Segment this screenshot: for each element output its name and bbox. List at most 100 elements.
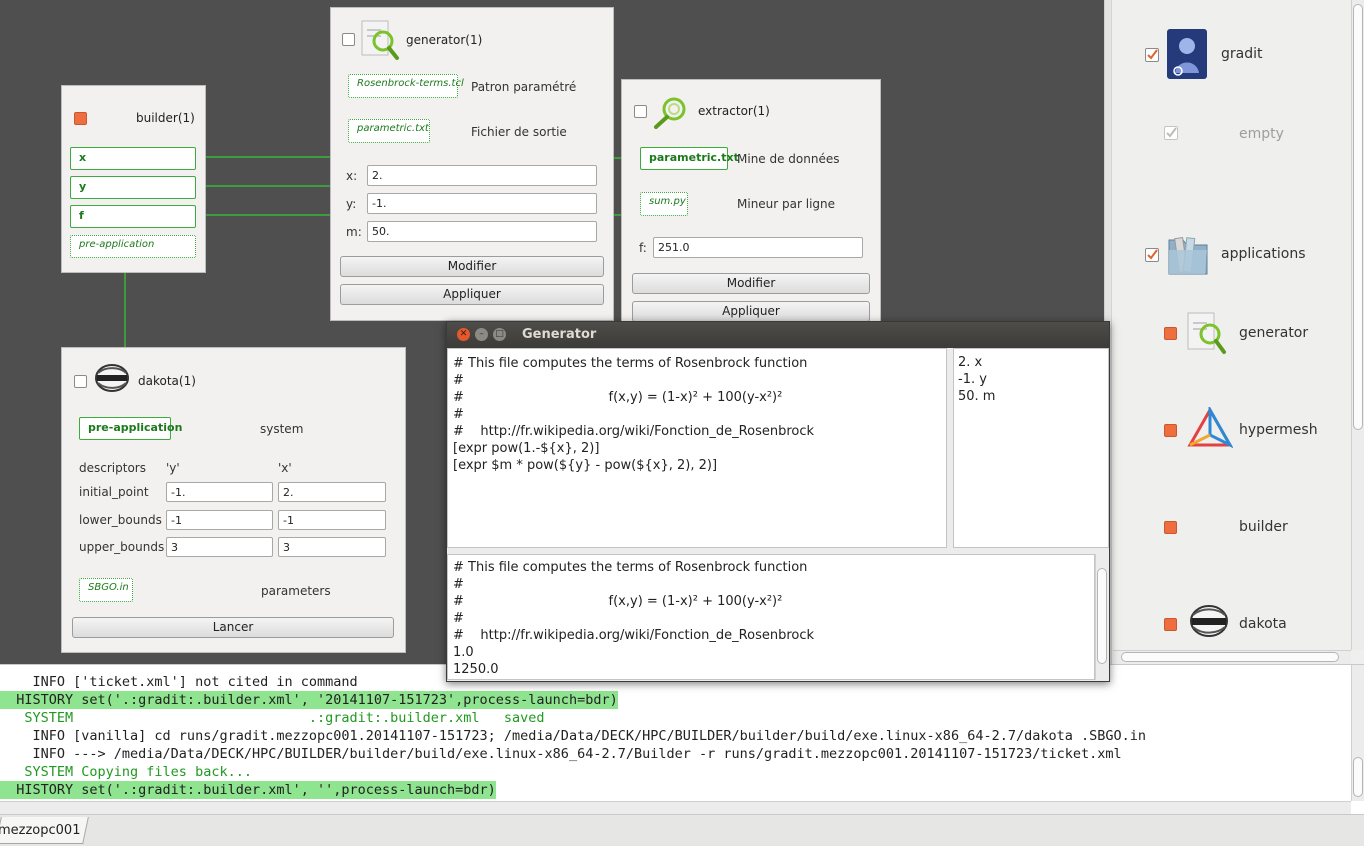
- dakota-title: dakota(1): [138, 374, 196, 388]
- tree-square-generator[interactable]: [1164, 327, 1177, 340]
- template-editor[interactable]: # This file computes the terms of Rosenb…: [447, 348, 947, 548]
- output-line: #: [453, 611, 464, 626]
- values-panel[interactable]: 2. x -1. y 50. m: [953, 348, 1109, 548]
- tree-vertical-scrollbar[interactable]: [1351, 0, 1364, 650]
- tree-label-hypermesh[interactable]: hypermesh: [1239, 422, 1318, 438]
- extractor-node[interactable]: extractor(1) parametric.txt Mine de donn…: [621, 79, 881, 326]
- output-label: Fichier de sortie: [471, 125, 567, 139]
- log-line-system: SYSTEM Copying files back...: [0, 764, 252, 780]
- console-vertical-scrollbar[interactable]: [1351, 665, 1364, 801]
- initial-point-label: initial_point: [79, 485, 149, 499]
- window-close-button[interactable]: ✕: [457, 328, 470, 341]
- builder-status-square[interactable]: [74, 112, 87, 125]
- value-line: -1. y: [958, 372, 987, 387]
- dakota-pre-application-port[interactable]: pre-application: [79, 417, 182, 440]
- lower-bounds-y-input[interactable]: -1: [166, 510, 273, 530]
- builder-pre-application-port[interactable]: pre-application: [70, 235, 196, 258]
- gradit-icon: [1167, 29, 1207, 79]
- launch-button[interactable]: Lancer: [72, 617, 394, 638]
- log-line-history: HISTORY set('.:gradit:.builder.xml', '',…: [0, 781, 496, 799]
- miner-file-port[interactable]: sum.py: [640, 192, 688, 216]
- upper-bounds-x-input[interactable]: 3: [278, 537, 386, 557]
- output-file-port[interactable]: parametric.txt: [348, 119, 430, 143]
- params-file-port[interactable]: SBGO.in: [79, 578, 133, 602]
- generator-node[interactable]: generator(1) Rosenbrock-terms.tcl Patron…: [330, 7, 614, 321]
- template-line: #: [453, 407, 464, 422]
- log-line-system: SYSTEM .:gradit:.builder.xml saved: [0, 710, 545, 726]
- window-maximize-button[interactable]: □: [493, 328, 506, 341]
- tree-checkbox-gradit[interactable]: [1145, 48, 1159, 62]
- extractor-apply-button[interactable]: Appliquer: [632, 301, 870, 322]
- console-horizontal-scrollbar[interactable]: [0, 801, 1351, 815]
- output-line: # http://fr.wikipedia.org/wiki/Fonction_…: [453, 628, 815, 643]
- log-line: INFO ['ticket.xml'] not cited in command: [0, 674, 358, 690]
- generator-window[interactable]: ✕ – □ Generator # This file computes the…: [446, 321, 1110, 682]
- output-line: #: [453, 577, 464, 592]
- descriptors-label: descriptors: [79, 461, 146, 475]
- field-f-label: f:: [639, 241, 647, 255]
- field-m-input[interactable]: 50.: [367, 221, 597, 242]
- window-minimize-button[interactable]: –: [475, 328, 488, 341]
- hypermesh-icon: [1187, 407, 1233, 449]
- tree-horizontal-scrollbar[interactable]: [1113, 650, 1351, 664]
- tree-label-gradit[interactable]: gradit: [1221, 46, 1263, 62]
- output-line: 1250.0: [453, 662, 499, 677]
- descriptor-y-header: 'y': [166, 461, 180, 475]
- tree-label-applications[interactable]: applications: [1221, 246, 1306, 262]
- generator-window-title: Generator: [522, 327, 597, 342]
- tree-label-empty[interactable]: empty: [1239, 126, 1284, 142]
- initial-point-y-input[interactable]: -1.: [166, 482, 273, 502]
- tree-square-dakota[interactable]: [1164, 618, 1177, 631]
- log-line: INFO [vanilla] cd runs/gradit.mezzopc001…: [0, 728, 1147, 744]
- tree-checkbox-applications[interactable]: [1145, 248, 1159, 262]
- extractor-checkbox[interactable]: [634, 105, 647, 118]
- template-file-port[interactable]: Rosenbrock-terms.tcl: [348, 74, 464, 98]
- console-scroll-thumb[interactable]: [1353, 757, 1363, 797]
- generator-modify-button[interactable]: Modifier: [340, 256, 604, 277]
- tree-checkbox-empty[interactable]: [1164, 126, 1178, 140]
- output-preview[interactable]: # This file computes the terms of Rosenb…: [447, 554, 1095, 680]
- descriptor-x-header: 'x': [278, 461, 292, 475]
- lower-bounds-label: lower_bounds: [79, 513, 162, 527]
- generator-window-titlebar[interactable]: ✕ – □ Generator: [447, 322, 1109, 348]
- dakota-tree-icon: [1190, 605, 1228, 637]
- generator-apply-button[interactable]: Appliquer: [340, 284, 604, 305]
- extractor-input-port[interactable]: parametric.txt: [640, 147, 739, 170]
- builder-node[interactable]: builder(1) x y f pre-application: [61, 85, 206, 273]
- tree-label-generator[interactable]: generator: [1239, 325, 1308, 341]
- application-tree-panel[interactable]: gradit empty applications generator hype…: [1104, 0, 1364, 664]
- builder-port-f[interactable]: f: [70, 205, 196, 228]
- field-m-label: m:: [346, 225, 362, 239]
- dakota-checkbox[interactable]: [74, 375, 87, 388]
- tree-label-dakota[interactable]: dakota: [1239, 616, 1287, 632]
- extractor-modify-button[interactable]: Modifier: [632, 273, 870, 294]
- generator-checkbox[interactable]: [342, 33, 355, 46]
- initial-point-x-input[interactable]: 2.: [278, 482, 386, 502]
- output-line: # This file computes the terms of Rosenb…: [453, 560, 808, 575]
- field-f-input[interactable]: 251.0: [653, 237, 863, 258]
- tree-horizontal-scroll-thumb[interactable]: [1121, 652, 1339, 662]
- applications-folder-icon: [1168, 237, 1208, 275]
- tree-label-builder[interactable]: builder: [1239, 519, 1288, 535]
- lower-bounds-x-input[interactable]: -1: [278, 510, 386, 530]
- system-label: system: [260, 422, 304, 436]
- log-line: INFO ---> /media/Data/DECK/HPC/BUILDER/b…: [0, 746, 1122, 762]
- builder-port-y[interactable]: y: [70, 176, 196, 199]
- field-x-input[interactable]: 2.: [367, 165, 597, 186]
- template-line: # This file computes the terms of Rosenb…: [453, 356, 808, 371]
- tree-square-hypermesh[interactable]: [1164, 424, 1177, 437]
- upper-bounds-label: upper_bounds: [79, 540, 165, 554]
- template-line: [expr $m * pow(${y} - pow(${x}, 2), 2)]: [453, 458, 718, 473]
- log-console[interactable]: INFO ['ticket.xml'] not cited in command…: [0, 664, 1364, 815]
- session-tab-label[interactable]: mezzopc001: [0, 823, 80, 838]
- extractor-magnifier-icon: [654, 97, 686, 129]
- upper-bounds-y-input[interactable]: 3: [166, 537, 273, 557]
- tree-vertical-scroll-thumb[interactable]: [1353, 4, 1363, 430]
- dakota-node[interactable]: dakota(1) pre-application system descrip…: [61, 347, 406, 653]
- output-scroll-thumb[interactable]: [1097, 568, 1107, 664]
- output-vertical-scrollbar[interactable]: [1095, 554, 1109, 680]
- tree-square-builder[interactable]: [1164, 521, 1177, 534]
- field-y-input[interactable]: -1.: [367, 193, 597, 214]
- builder-port-x[interactable]: x: [70, 147, 196, 170]
- output-line: # f(x,y) = (1-x)² + 100(y-x²)²: [453, 594, 783, 609]
